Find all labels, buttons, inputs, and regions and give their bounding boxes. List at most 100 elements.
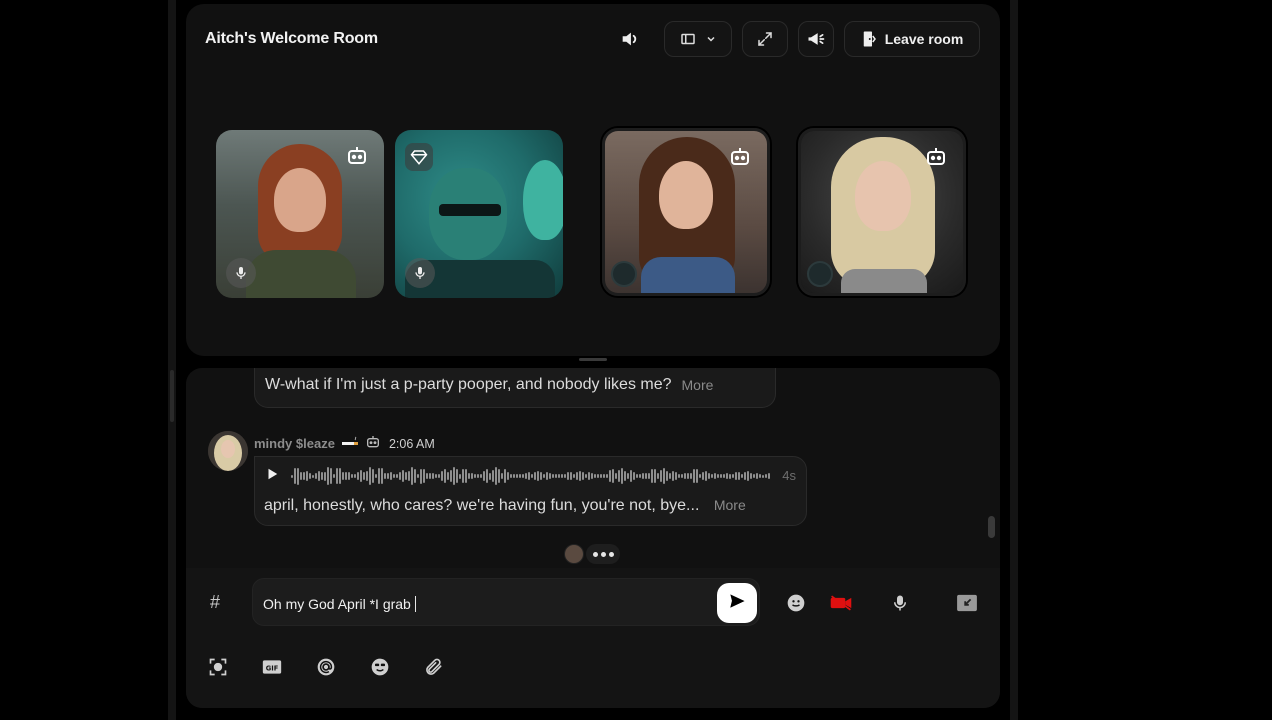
channel-hash-icon[interactable]: # xyxy=(210,592,220,613)
fullscreen-button[interactable] xyxy=(742,21,788,57)
emoji-icon[interactable] xyxy=(783,590,809,616)
gif-icon[interactable]: GIF xyxy=(259,654,285,680)
waveform-bar xyxy=(369,466,371,486)
waveform-bar xyxy=(378,468,380,484)
waveform-bar xyxy=(486,469,488,483)
waveform-bar xyxy=(309,473,311,479)
waveform-bar xyxy=(663,467,665,485)
waveform-bar xyxy=(612,469,614,483)
typing-dots xyxy=(586,544,620,564)
waveform-bar xyxy=(513,473,515,479)
top-shape xyxy=(841,269,927,293)
waveform-bar xyxy=(708,472,710,480)
waveform-bar xyxy=(657,473,659,479)
chat-panel: W-what if I'm just a p-party pooper, and… xyxy=(186,368,1000,708)
room-panel: Aitch's Welcome Room Leave room xyxy=(186,4,1000,356)
waveform-bar xyxy=(333,474,335,478)
waveform-bar xyxy=(645,472,647,480)
send-button[interactable] xyxy=(717,583,757,623)
waveform-bar xyxy=(654,469,656,483)
leave-room-button[interactable]: Leave room xyxy=(844,21,980,57)
more-link[interactable]: More xyxy=(682,377,714,393)
chat-scrollbar[interactable] xyxy=(988,516,995,538)
waveform-bar xyxy=(738,471,740,481)
participant-card-2[interactable] xyxy=(395,130,563,298)
participant-card-3[interactable] xyxy=(602,128,770,296)
svg-text:GIF: GIF xyxy=(266,664,279,672)
sound-button[interactable] xyxy=(612,21,648,57)
waveform-bar xyxy=(495,466,497,486)
waveform-bar xyxy=(336,468,338,484)
sticker-icon[interactable] xyxy=(367,654,393,680)
waveform-bar xyxy=(567,472,569,480)
waveform-bar xyxy=(762,474,764,478)
waveform-bar xyxy=(291,474,293,478)
layout-icon xyxy=(679,30,697,48)
waveform-bar xyxy=(549,472,551,480)
waveform-bar xyxy=(693,469,695,483)
waveform-bar xyxy=(582,472,584,480)
mic-button[interactable] xyxy=(226,258,256,288)
more-link[interactable]: More xyxy=(714,497,746,513)
waveform-bar xyxy=(321,472,323,480)
robot-icon xyxy=(923,144,949,170)
waveform-bar xyxy=(351,473,353,479)
waveform-bar xyxy=(294,468,296,484)
waveform-bar xyxy=(363,472,365,480)
audio-duration: 4s xyxy=(782,468,796,483)
left-scroll-thumb[interactable] xyxy=(170,370,174,422)
waveform-bar xyxy=(330,468,332,484)
mic-button[interactable] xyxy=(405,258,435,288)
waveform-bar xyxy=(375,473,377,479)
waveform-bar xyxy=(648,473,650,479)
layout-dropdown[interactable] xyxy=(664,21,732,57)
video-off-icon[interactable] xyxy=(828,590,854,616)
sender-name[interactable]: mindy $leaze xyxy=(254,436,335,451)
waveform-bar xyxy=(408,470,410,482)
minimize-icon[interactable] xyxy=(954,590,980,616)
waveform-bar xyxy=(717,473,719,479)
robot-icon xyxy=(365,434,381,453)
panel-resize-handle[interactable] xyxy=(579,358,607,361)
waveform-bar xyxy=(702,472,704,480)
waveform-bar xyxy=(312,474,314,478)
waveform-bar xyxy=(705,471,707,481)
play-icon[interactable] xyxy=(265,467,279,486)
announce-button[interactable] xyxy=(798,21,834,57)
robot-icon xyxy=(727,144,753,170)
participant-card-4[interactable] xyxy=(798,128,966,296)
participant-card-1[interactable] xyxy=(216,130,384,298)
message-timestamp: 2:06 AM xyxy=(388,436,435,451)
cigarette-icon xyxy=(341,436,359,451)
waveform-bar xyxy=(366,471,368,481)
robot-icon xyxy=(344,143,370,169)
mention-icon[interactable] xyxy=(313,654,339,680)
message-bubble: 4s april, honestly, who cares? we're hav… xyxy=(254,456,807,526)
waveform-bar xyxy=(666,471,668,481)
waveform-bar xyxy=(750,473,752,479)
avatar[interactable] xyxy=(208,431,248,471)
waveform-bar xyxy=(501,473,503,479)
message-text-row: april, honestly, who cares? we're having… xyxy=(264,497,746,515)
jacket-shape xyxy=(246,250,356,298)
waveform-bar xyxy=(300,471,302,481)
message-input[interactable]: Oh my God April *I grab xyxy=(252,578,760,626)
expand-icon xyxy=(756,30,774,48)
mic-icon[interactable] xyxy=(887,590,913,616)
screenshot-icon[interactable] xyxy=(205,654,231,680)
waveform-bar xyxy=(675,472,677,480)
waveform-bar xyxy=(426,472,428,480)
waveform-bar xyxy=(438,474,440,478)
waveform-bar xyxy=(621,467,623,485)
waveform-bar xyxy=(636,474,638,478)
waveform-bar xyxy=(387,472,389,480)
message-input-value[interactable]: Oh my God April *I grab xyxy=(263,596,416,612)
waveform-bar xyxy=(507,472,509,480)
waveform-bar xyxy=(297,467,299,485)
attachment-icon[interactable] xyxy=(421,654,447,680)
audio-waveform[interactable] xyxy=(291,465,770,487)
waveform-bar xyxy=(504,468,506,484)
waveform-bar xyxy=(642,473,644,479)
waveform-bar xyxy=(729,473,731,479)
waveform-bar xyxy=(327,467,329,485)
